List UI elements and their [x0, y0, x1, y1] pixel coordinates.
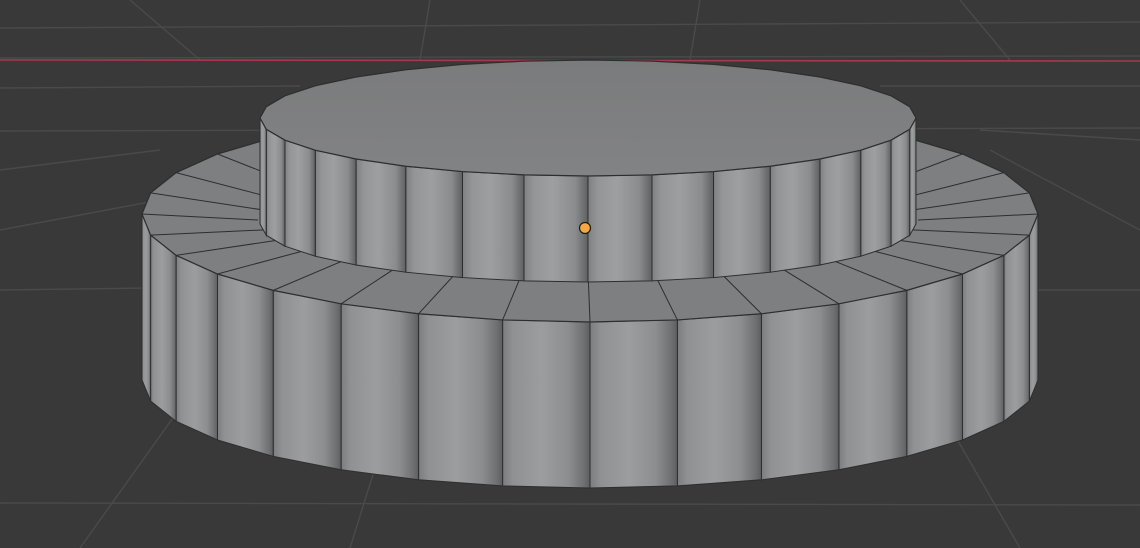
side-face [589, 319, 678, 489]
grid-line [419, 0, 431, 61]
side-face [1003, 234, 1030, 423]
side-face [355, 158, 407, 273]
viewport-canvas[interactable] [0, 0, 1140, 548]
side-face [284, 139, 316, 257]
side-face [651, 171, 715, 282]
side-face [676, 313, 762, 487]
side-face [272, 289, 342, 471]
side-face [587, 174, 653, 283]
side-face [769, 158, 821, 273]
grid-line [689, 0, 701, 61]
side-face [838, 289, 908, 471]
side-face [713, 165, 771, 279]
grid-line [0, 287, 151, 291]
side-face [314, 149, 357, 266]
side-face [760, 303, 840, 481]
upper-cylinder[interactable] [259, 59, 917, 283]
3d-viewport[interactable] [0, 0, 1140, 548]
grid-line [0, 149, 161, 171]
grid-line [129, 0, 201, 61]
side-face [819, 149, 862, 266]
side-face [217, 273, 274, 458]
side-face [523, 174, 589, 283]
side-face [418, 313, 504, 487]
side-face [175, 254, 219, 441]
grid-line [959, 0, 1011, 61]
side-face [150, 234, 177, 423]
side-face [1028, 213, 1039, 402]
side-face [961, 254, 1005, 441]
grid-line [0, 502, 1140, 506]
grid-line [0, 55, 1140, 59]
side-face [502, 319, 591, 489]
top-face [259, 59, 917, 177]
side-face [265, 128, 286, 248]
grid-line [979, 129, 1140, 141]
grid-line [0, 85, 301, 89]
object-origin-point[interactable] [578, 221, 592, 235]
grid-line [0, 199, 161, 231]
side-face [141, 213, 152, 402]
side-face [860, 139, 892, 257]
side-face [909, 116, 917, 238]
side-face [461, 171, 525, 282]
side-face [906, 273, 963, 458]
side-face [259, 116, 267, 238]
side-face [405, 165, 463, 279]
side-face [340, 303, 420, 481]
side-face [890, 128, 911, 248]
grid-line [0, 21, 1140, 29]
